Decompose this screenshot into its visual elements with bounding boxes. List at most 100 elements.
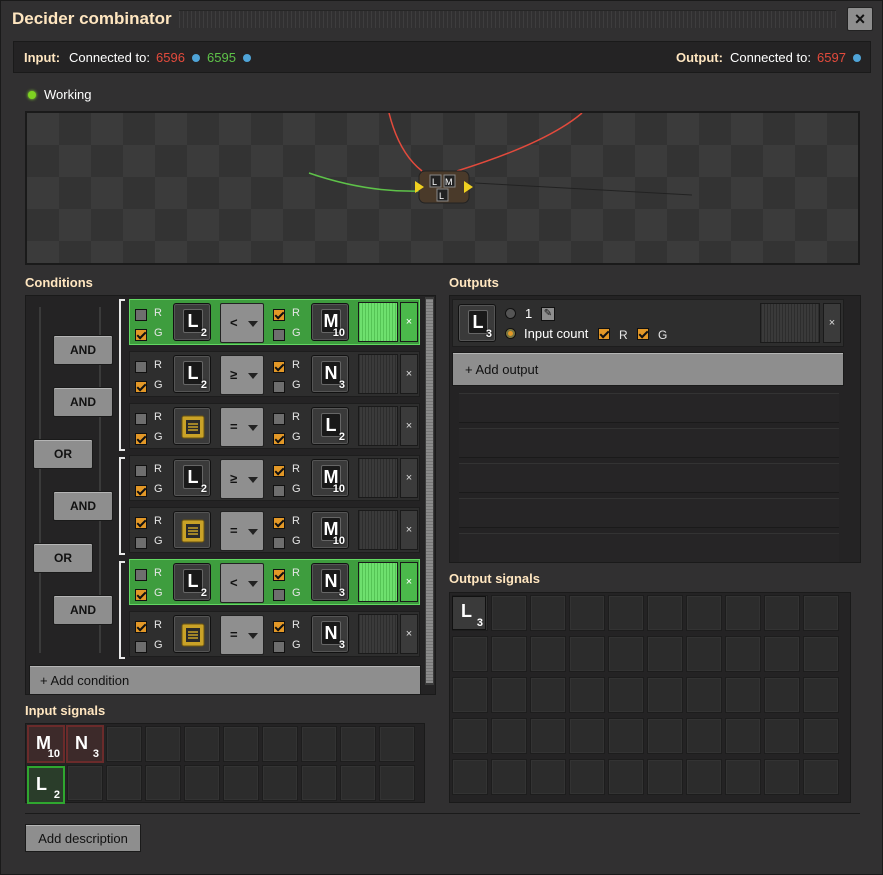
left-green-checkbox[interactable] [135,537,147,549]
output-signal-slot[interactable]: L 3 [458,304,496,342]
title-bar[interactable]: Decider combinator × [1,1,882,37]
left-red-checkbox[interactable] [135,517,147,529]
signal-cell [340,765,376,801]
comparator-dropdown[interactable]: = [220,407,264,447]
left-signal-slot[interactable]: L 2 [173,355,211,393]
right-signal-value: 10 [332,327,345,339]
left-signal-slot[interactable]: L 2 [173,459,211,497]
each-signal-slot[interactable] [173,511,211,549]
svg-text:L: L [439,191,444,201]
right-red-checkbox[interactable] [273,361,285,373]
or-button[interactable]: OR [33,543,93,573]
left-red-checkbox[interactable] [135,465,147,477]
comparator-dropdown[interactable]: = [220,511,264,551]
right-signal-slot[interactable]: M 10 [311,303,349,341]
remove-condition-button[interactable]: × [400,458,418,498]
or-button[interactable]: OR [33,439,93,469]
chevron-down-icon [248,373,258,379]
close-button[interactable]: × [847,7,873,31]
left-green-checkbox[interactable] [135,329,147,341]
left-green-checkbox[interactable] [135,589,147,601]
conditions-scroll-thumb[interactable] [426,299,433,683]
comparator-dropdown[interactable]: < [220,303,264,343]
edit-icon[interactable]: ✎ [541,307,555,321]
right-signal-slot[interactable]: N 3 [311,615,349,653]
and-button[interactable]: AND [53,595,113,625]
tree-line [39,307,41,653]
right-green-checkbox[interactable] [273,485,285,497]
and-button[interactable]: AND [53,491,113,521]
right-green-checkbox[interactable] [273,537,285,549]
each-signal-slot[interactable] [173,615,211,653]
group-bracket [119,299,125,451]
right-signal-slot[interactable]: N 3 [311,355,349,393]
right-signal-slot[interactable]: M 10 [311,459,349,497]
chip-icon [181,519,205,543]
right-green-checkbox[interactable] [273,329,285,341]
info-icon[interactable] [192,54,200,62]
right-green-checkbox[interactable] [273,381,285,393]
signal-cell [725,759,761,795]
and-button[interactable]: AND [53,335,113,365]
left-red-checkbox[interactable] [135,569,147,581]
right-red-checkbox[interactable] [273,309,285,321]
add-description-button[interactable]: Add description [25,824,141,852]
comparator-dropdown[interactable]: < [220,563,264,603]
left-red-checkbox[interactable] [135,361,147,373]
left-red-checkbox[interactable] [135,621,147,633]
and-button[interactable]: AND [53,387,113,417]
left-signal-slot[interactable]: L 2 [173,563,211,601]
signal-cell [569,677,605,713]
remove-output-button[interactable]: × [823,303,841,343]
remove-condition-button[interactable]: × [400,302,418,342]
left-signal-slot[interactable]: L 2 [173,303,211,341]
signal-cell [608,677,644,713]
right-red-checkbox[interactable] [273,621,285,633]
remove-condition-button[interactable]: × [400,562,418,602]
right-signal-slot[interactable]: M 10 [311,511,349,549]
add-condition-button[interactable]: + Add condition [29,665,421,695]
right-red-checkbox[interactable] [273,569,285,581]
input-count-radio[interactable] [505,328,516,339]
signal-cell [608,718,644,754]
window-title: Decider combinator [12,9,172,28]
right-red-label: R [292,411,300,423]
drag-handle[interactable] [179,10,836,28]
input-signal[interactable]: L 2 [27,766,65,804]
remove-condition-button[interactable]: × [400,354,418,394]
comparator-dropdown[interactable]: = [220,615,264,655]
output-red-checkbox[interactable] [598,328,610,340]
output-signal-value: 3 [485,328,492,340]
remove-condition-button[interactable]: × [400,614,418,654]
constant-radio[interactable] [505,308,516,319]
left-green-checkbox[interactable] [135,381,147,393]
right-green-checkbox[interactable] [273,641,285,653]
right-red-checkbox[interactable] [273,413,285,425]
left-green-checkbox[interactable] [135,433,147,445]
right-signal-slot[interactable]: L 2 [311,407,349,445]
right-signal-slot[interactable]: N 3 [311,563,349,601]
left-red-checkbox[interactable] [135,309,147,321]
separator [25,813,860,814]
comparator-dropdown[interactable]: ≥ [220,459,264,499]
right-green-checkbox[interactable] [273,433,285,445]
output-signal[interactable]: L 3 [452,596,486,630]
left-red-checkbox[interactable] [135,413,147,425]
right-red-checkbox[interactable] [273,517,285,529]
output-green-checkbox[interactable] [637,328,649,340]
left-green-checkbox[interactable] [135,641,147,653]
remove-condition-button[interactable]: × [400,510,418,550]
info-icon[interactable] [243,54,251,62]
add-output-button[interactable]: + Add output [452,352,844,386]
input-signal[interactable]: N 3 [66,725,104,763]
chevron-down-icon [248,581,258,587]
right-red-checkbox[interactable] [273,465,285,477]
remove-condition-button[interactable]: × [400,406,418,446]
comparator-dropdown[interactable]: ≥ [220,355,264,395]
left-green-checkbox[interactable] [135,485,147,497]
right-green-checkbox[interactable] [273,589,285,601]
info-icon[interactable] [853,54,861,62]
each-signal-slot[interactable] [173,407,211,445]
empty-output-slot [459,463,839,493]
input-signal[interactable]: M 10 [27,725,65,763]
